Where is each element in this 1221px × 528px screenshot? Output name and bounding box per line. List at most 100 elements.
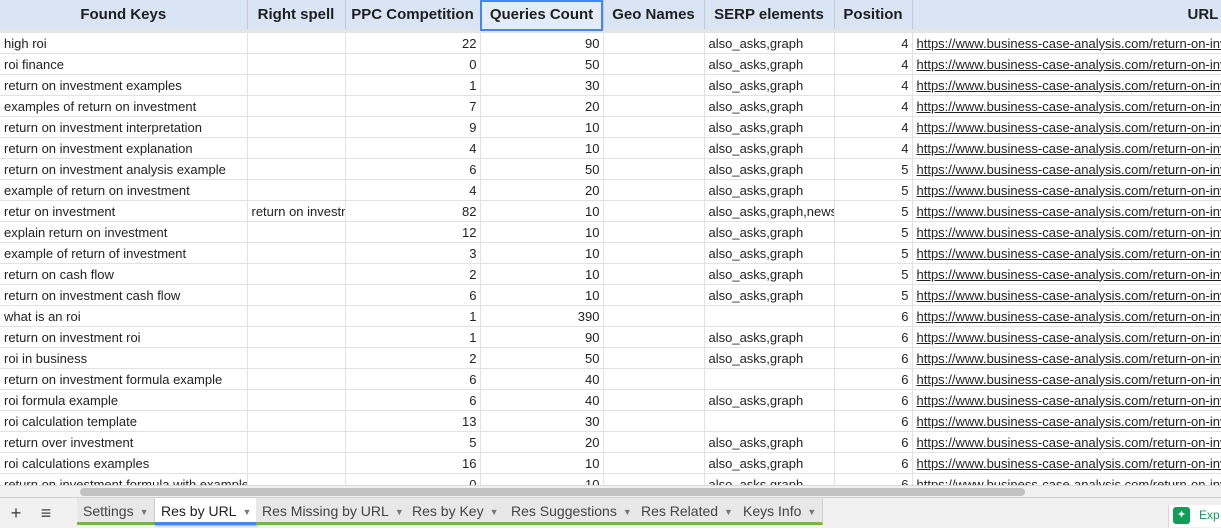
cell-serp-elements[interactable]: also_asks,graph,news bbox=[704, 200, 835, 222]
header-serp-elements[interactable]: SERP elements bbox=[704, 0, 835, 32]
cell-url[interactable]: https://www.business-case-analysis.com/r… bbox=[912, 347, 1221, 369]
cell-found-key[interactable]: return on investment examples bbox=[0, 74, 248, 96]
scrollbar-thumb[interactable] bbox=[80, 488, 1025, 496]
cell-right-spell[interactable] bbox=[247, 410, 346, 432]
cell-queries-count[interactable]: 40 bbox=[480, 389, 604, 411]
cell-queries-count[interactable]: 20 bbox=[480, 431, 604, 453]
cell-right-spell[interactable] bbox=[247, 158, 346, 180]
cell-ppc-competition[interactable]: 16 bbox=[345, 452, 481, 474]
cell-geo-names[interactable] bbox=[603, 263, 705, 285]
cell-geo-names[interactable] bbox=[603, 200, 705, 222]
cell-found-key[interactable]: return on investment analysis example bbox=[0, 158, 248, 180]
cell-ppc-competition[interactable]: 7 bbox=[345, 95, 481, 117]
cell-serp-elements[interactable]: also_asks,graph bbox=[704, 452, 835, 474]
cell-position[interactable]: 4 bbox=[834, 29, 913, 54]
cell-geo-names[interactable] bbox=[603, 326, 705, 348]
cell-right-spell[interactable] bbox=[247, 242, 346, 264]
cell-serp-elements[interactable] bbox=[704, 305, 835, 327]
cell-ppc-competition[interactable]: 1 bbox=[345, 305, 481, 327]
cell-url[interactable]: https://www.business-case-analysis.com/r… bbox=[912, 473, 1221, 485]
cell-ppc-competition[interactable]: 9 bbox=[345, 116, 481, 138]
cell-found-key[interactable]: roi in business bbox=[0, 347, 248, 369]
cell-position[interactable]: 6 bbox=[834, 389, 913, 411]
cell-geo-names[interactable] bbox=[603, 431, 705, 453]
cell-found-key[interactable]: roi calculations examples bbox=[0, 452, 248, 474]
sheet-tab-res-related[interactable]: Res Related ▼ bbox=[635, 498, 740, 525]
cell-geo-names[interactable] bbox=[603, 179, 705, 201]
cell-url[interactable]: https://www.business-case-analysis.com/r… bbox=[912, 326, 1221, 348]
cell-right-spell[interactable] bbox=[247, 389, 346, 411]
cell-right-spell[interactable] bbox=[247, 452, 346, 474]
cell-url[interactable]: https://www.business-case-analysis.com/r… bbox=[912, 53, 1221, 75]
cell-right-spell[interactable] bbox=[247, 74, 346, 96]
cell-url[interactable]: https://www.business-case-analysis.com/r… bbox=[912, 200, 1221, 222]
cell-url[interactable]: https://www.business-case-analysis.com/r… bbox=[912, 410, 1221, 432]
cell-geo-names[interactable] bbox=[603, 95, 705, 117]
header-url[interactable]: URL bbox=[912, 0, 1221, 32]
cell-right-spell[interactable] bbox=[247, 29, 346, 54]
cell-queries-count[interactable]: 10 bbox=[480, 116, 604, 138]
cell-ppc-competition[interactable]: 22 bbox=[345, 29, 481, 54]
header-ppc-competition[interactable]: PPC Competition bbox=[345, 0, 481, 32]
cell-right-spell[interactable] bbox=[247, 221, 346, 243]
sheet-tab-settings[interactable]: Settings ▼ bbox=[77, 498, 156, 525]
cell-found-key[interactable]: return on investment formula example bbox=[0, 368, 248, 390]
cell-position[interactable]: 5 bbox=[834, 284, 913, 306]
cell-url[interactable]: https://www.business-case-analysis.com/r… bbox=[912, 74, 1221, 96]
cell-url[interactable]: https://www.business-case-analysis.com/r… bbox=[912, 221, 1221, 243]
cell-geo-names[interactable] bbox=[603, 116, 705, 138]
cell-url[interactable]: https://www.business-case-analysis.com/r… bbox=[912, 452, 1221, 474]
cell-position[interactable]: 5 bbox=[834, 200, 913, 222]
cell-right-spell[interactable] bbox=[247, 137, 346, 159]
cell-serp-elements[interactable]: also_asks,graph bbox=[704, 347, 835, 369]
cell-serp-elements[interactable] bbox=[704, 410, 835, 432]
cell-position[interactable]: 6 bbox=[834, 326, 913, 348]
cell-position[interactable]: 6 bbox=[834, 452, 913, 474]
cell-queries-count[interactable]: 50 bbox=[480, 53, 604, 75]
cell-ppc-competition[interactable]: 1 bbox=[345, 326, 481, 348]
cell-right-spell[interactable] bbox=[247, 347, 346, 369]
cell-found-key[interactable]: return over investment bbox=[0, 431, 248, 453]
cell-position[interactable]: 6 bbox=[834, 410, 913, 432]
cell-found-key[interactable]: return on investment explanation bbox=[0, 137, 248, 159]
tab-dropdown-arrow-icon[interactable]: ▼ bbox=[242, 507, 251, 517]
cell-url[interactable]: https://www.business-case-analysis.com/r… bbox=[912, 179, 1221, 201]
cell-right-spell[interactable] bbox=[247, 368, 346, 390]
cell-url[interactable]: https://www.business-case-analysis.com/r… bbox=[912, 137, 1221, 159]
cell-found-key[interactable]: retur on investment bbox=[0, 200, 248, 222]
cell-position[interactable]: 4 bbox=[834, 74, 913, 96]
tab-dropdown-arrow-icon[interactable]: ▼ bbox=[490, 507, 499, 517]
cell-found-key[interactable]: return on cash flow bbox=[0, 263, 248, 285]
header-geo-names[interactable]: Geo Names bbox=[603, 0, 705, 32]
cell-geo-names[interactable] bbox=[603, 284, 705, 306]
cell-serp-elements[interactable]: also_asks,graph bbox=[704, 53, 835, 75]
cell-ppc-competition[interactable]: 0 bbox=[345, 473, 481, 485]
explore-button[interactable]: ✦ Exp bbox=[1168, 505, 1221, 527]
cell-geo-names[interactable] bbox=[603, 158, 705, 180]
cell-serp-elements[interactable]: also_asks,graph bbox=[704, 221, 835, 243]
cell-geo-names[interactable] bbox=[603, 410, 705, 432]
cell-position[interactable]: 5 bbox=[834, 179, 913, 201]
cell-ppc-competition[interactable]: 6 bbox=[345, 389, 481, 411]
cell-position[interactable]: 5 bbox=[834, 221, 913, 243]
cell-queries-count[interactable]: 30 bbox=[480, 74, 604, 96]
cell-found-key[interactable]: what is an roi bbox=[0, 305, 248, 327]
cell-found-key[interactable]: return on investment interpretation bbox=[0, 116, 248, 138]
cell-position[interactable]: 6 bbox=[834, 431, 913, 453]
cell-serp-elements[interactable]: also_asks,graph bbox=[704, 179, 835, 201]
cell-queries-count[interactable]: 10 bbox=[480, 200, 604, 222]
cell-position[interactable]: 5 bbox=[834, 263, 913, 285]
cell-found-key[interactable]: example of return of investment bbox=[0, 242, 248, 264]
cell-serp-elements[interactable]: also_asks,graph bbox=[704, 431, 835, 453]
cell-geo-names[interactable] bbox=[603, 368, 705, 390]
sheet-tab-res-suggestions[interactable]: Res Suggestions ▼ bbox=[505, 498, 639, 525]
cell-geo-names[interactable] bbox=[603, 74, 705, 96]
cell-right-spell[interactable] bbox=[247, 95, 346, 117]
cell-geo-names[interactable] bbox=[603, 389, 705, 411]
cell-position[interactable]: 6 bbox=[834, 305, 913, 327]
add-sheet-icon[interactable]: + bbox=[4, 502, 28, 524]
cell-queries-count[interactable]: 50 bbox=[480, 158, 604, 180]
cell-found-key[interactable]: examples of return on investment bbox=[0, 95, 248, 117]
cell-serp-elements[interactable]: also_asks,graph bbox=[704, 137, 835, 159]
cell-found-key[interactable]: explain return on investment bbox=[0, 221, 248, 243]
